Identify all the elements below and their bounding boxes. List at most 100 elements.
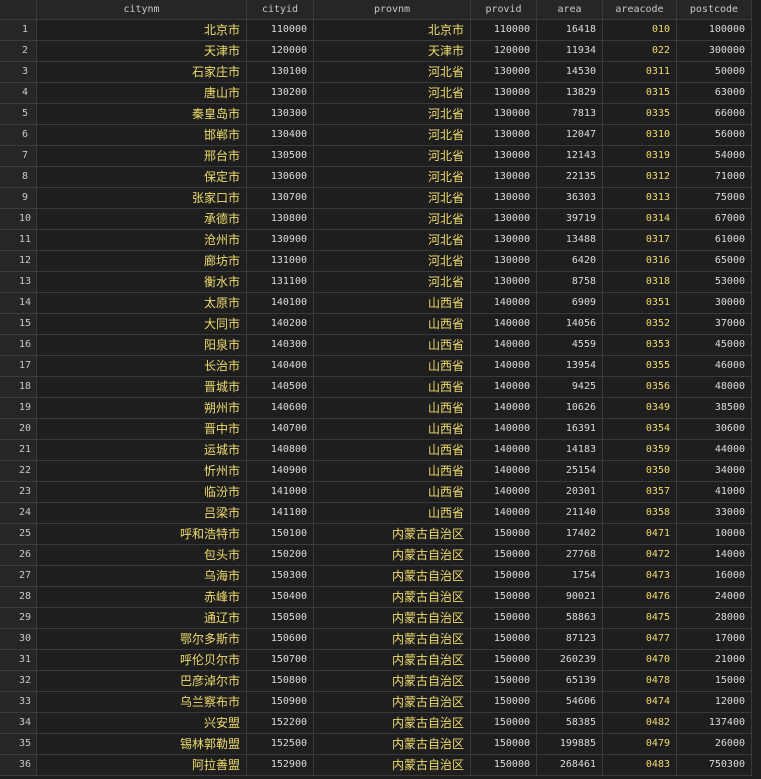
cell-area[interactable]: 12047 (537, 125, 603, 146)
row-number[interactable]: 23 (0, 482, 37, 503)
cell-area[interactable]: 199885 (537, 734, 603, 755)
cell-provnm[interactable]: 河北省 (314, 230, 471, 251)
cell-areacode[interactable]: 022 (603, 41, 677, 62)
cell-provid[interactable]: 150000 (471, 545, 537, 566)
cell-provid[interactable]: 150000 (471, 671, 537, 692)
cell-postcode[interactable]: 10000 (677, 524, 752, 545)
row-number[interactable]: 3 (0, 62, 37, 83)
cell-area[interactable]: 14183 (537, 440, 603, 461)
cell-citynm[interactable]: 沧州市 (37, 230, 247, 251)
column-header-citynm[interactable]: citynm (37, 0, 247, 20)
cell-postcode[interactable]: 67000 (677, 209, 752, 230)
cell-cityid[interactable]: 141100 (247, 503, 314, 524)
cell-area[interactable]: 12143 (537, 146, 603, 167)
cell-provid[interactable]: 130000 (471, 209, 537, 230)
row-number[interactable]: 10 (0, 209, 37, 230)
cell-area[interactable]: 268461 (537, 755, 603, 776)
cell-provid[interactable]: 130000 (471, 62, 537, 83)
row-number[interactable]: 36 (0, 755, 37, 776)
cell-postcode[interactable]: 15000 (677, 671, 752, 692)
cell-areacode[interactable]: 0358 (603, 503, 677, 524)
row-number[interactable]: 24 (0, 503, 37, 524)
cell-area[interactable]: 36303 (537, 188, 603, 209)
cell-cityid[interactable]: 140600 (247, 398, 314, 419)
cell-citynm[interactable]: 运城市 (37, 440, 247, 461)
cell-citynm[interactable]: 赤峰市 (37, 587, 247, 608)
cell-areacode[interactable]: 0470 (603, 650, 677, 671)
cell-postcode[interactable]: 28000 (677, 608, 752, 629)
row-number[interactable]: 21 (0, 440, 37, 461)
cell-areacode[interactable]: 0350 (603, 461, 677, 482)
cell-cityid[interactable]: 130500 (247, 146, 314, 167)
cell-areacode[interactable]: 0317 (603, 230, 677, 251)
cell-provid[interactable]: 140000 (471, 503, 537, 524)
cell-cityid[interactable]: 130200 (247, 83, 314, 104)
cell-citynm[interactable]: 廊坊市 (37, 251, 247, 272)
cell-provid[interactable]: 140000 (471, 398, 537, 419)
cell-areacode[interactable]: 0313 (603, 188, 677, 209)
cell-cityid[interactable]: 110000 (247, 20, 314, 41)
cell-cityid[interactable]: 150500 (247, 608, 314, 629)
cell-citynm[interactable]: 秦皇岛市 (37, 104, 247, 125)
cell-area[interactable]: 54606 (537, 692, 603, 713)
cell-area[interactable]: 1754 (537, 566, 603, 587)
cell-provid[interactable]: 130000 (471, 167, 537, 188)
cell-area[interactable]: 39719 (537, 209, 603, 230)
cell-postcode[interactable]: 750300 (677, 755, 752, 776)
cell-areacode[interactable]: 0483 (603, 755, 677, 776)
cell-citynm[interactable]: 太原市 (37, 293, 247, 314)
cell-citynm[interactable]: 临汾市 (37, 482, 247, 503)
row-number[interactable]: 35 (0, 734, 37, 755)
cell-areacode[interactable]: 0359 (603, 440, 677, 461)
cell-area[interactable]: 58863 (537, 608, 603, 629)
row-number[interactable]: 1 (0, 20, 37, 41)
column-header-postcode[interactable]: postcode (677, 0, 752, 20)
cell-area[interactable]: 6909 (537, 293, 603, 314)
cell-provid[interactable]: 140000 (471, 356, 537, 377)
row-number[interactable]: 9 (0, 188, 37, 209)
cell-provnm[interactable]: 山西省 (314, 482, 471, 503)
cell-postcode[interactable]: 53000 (677, 272, 752, 293)
row-number[interactable]: 6 (0, 125, 37, 146)
row-number[interactable]: 34 (0, 713, 37, 734)
row-number[interactable]: 15 (0, 314, 37, 335)
cell-cityid[interactable]: 140900 (247, 461, 314, 482)
cell-provnm[interactable]: 内蒙古自治区 (314, 734, 471, 755)
row-number[interactable]: 29 (0, 608, 37, 629)
cell-citynm[interactable]: 张家口市 (37, 188, 247, 209)
column-header-area[interactable]: area (537, 0, 603, 20)
cell-citynm[interactable]: 包头市 (37, 545, 247, 566)
row-number[interactable]: 17 (0, 356, 37, 377)
cell-area[interactable]: 13488 (537, 230, 603, 251)
cell-area[interactable]: 27768 (537, 545, 603, 566)
cell-provid[interactable]: 130000 (471, 272, 537, 293)
cell-area[interactable]: 58385 (537, 713, 603, 734)
cell-postcode[interactable]: 44000 (677, 440, 752, 461)
cell-citynm[interactable]: 兴安盟 (37, 713, 247, 734)
row-number[interactable]: 4 (0, 83, 37, 104)
cell-areacode[interactable]: 0310 (603, 125, 677, 146)
cell-provnm[interactable]: 山西省 (314, 293, 471, 314)
row-number[interactable]: 11 (0, 230, 37, 251)
cell-cityid[interactable]: 130600 (247, 167, 314, 188)
cell-postcode[interactable]: 41000 (677, 482, 752, 503)
cell-postcode[interactable]: 48000 (677, 377, 752, 398)
cell-postcode[interactable]: 38500 (677, 398, 752, 419)
cell-provid[interactable]: 150000 (471, 566, 537, 587)
cell-provid[interactable]: 140000 (471, 440, 537, 461)
cell-citynm[interactable]: 呼和浩特市 (37, 524, 247, 545)
cell-postcode[interactable]: 66000 (677, 104, 752, 125)
cell-areacode[interactable]: 0474 (603, 692, 677, 713)
row-number[interactable]: 16 (0, 335, 37, 356)
cell-provnm[interactable]: 河北省 (314, 104, 471, 125)
cell-postcode[interactable]: 26000 (677, 734, 752, 755)
cell-citynm[interactable]: 锡林郭勒盟 (37, 734, 247, 755)
corner-cell[interactable] (0, 0, 37, 20)
cell-provnm[interactable]: 内蒙古自治区 (314, 524, 471, 545)
cell-postcode[interactable]: 24000 (677, 587, 752, 608)
cell-provid[interactable]: 150000 (471, 692, 537, 713)
cell-cityid[interactable]: 140800 (247, 440, 314, 461)
cell-provid[interactable]: 140000 (471, 293, 537, 314)
cell-cityid[interactable]: 130900 (247, 230, 314, 251)
row-number[interactable]: 25 (0, 524, 37, 545)
